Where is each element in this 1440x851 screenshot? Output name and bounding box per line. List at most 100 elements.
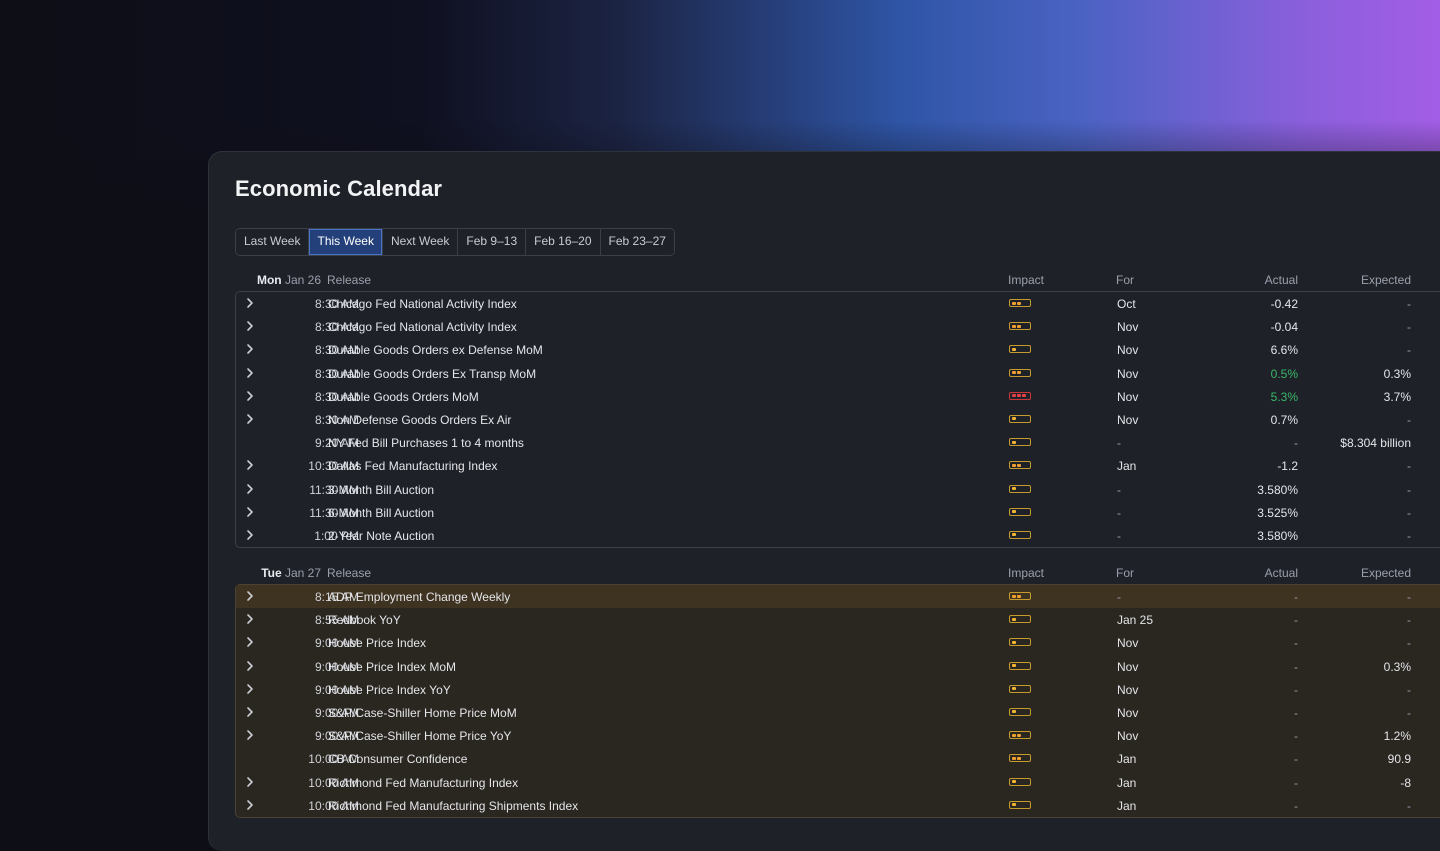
tab-last-week[interactable]: Last Week	[236, 229, 310, 255]
release-period: Jan	[1117, 798, 1137, 813]
chevron-right-icon[interactable]	[246, 343, 254, 355]
chevron-right-icon[interactable]	[246, 459, 254, 471]
day-header: Mon Jan 26 Release Impact For Actual Expected	[235, 269, 1440, 291]
impact-meter-icon	[1009, 530, 1031, 539]
release-name: Durable Goods Orders MoM	[328, 389, 479, 404]
actual-value: 3.580%	[1257, 528, 1298, 543]
chevron-right-icon[interactable]	[246, 367, 254, 379]
chevron-right-icon[interactable]	[246, 683, 254, 695]
chevron-right-icon[interactable]	[246, 729, 254, 741]
chevron-right-icon[interactable]	[246, 413, 254, 425]
table-row[interactable]: 8:55 AM Redbook YoY Jan 25- -	[236, 608, 1440, 631]
page-title: Economic Calendar	[235, 176, 443, 201]
chevron-right-icon[interactable]	[246, 506, 254, 518]
expected-value: 3.7%	[1383, 389, 1411, 404]
table-row[interactable]: 9:00 AM S&P/Case-Shiller Home Price YoY No…	[236, 724, 1440, 747]
table-row[interactable]: 1:00 PM 2-Year Note Auction -3.580% -	[236, 524, 1440, 547]
release-name: Chicago Fed National Activity Index	[328, 320, 517, 335]
chevron-right-icon[interactable]	[246, 706, 254, 718]
table-row[interactable]: 8:15 AM ADP Employment Change Weekly - - -	[236, 585, 1440, 609]
actual-value: -1.2	[1277, 459, 1298, 474]
table-row[interactable]: 9:00 AM House Price Index Nov - -	[236, 631, 1440, 654]
day-name: Mon	[256, 273, 285, 287]
release-name: NY Fed Bill Purchases 1 to 4 months	[328, 436, 524, 451]
impact-meter-icon	[1009, 414, 1031, 423]
table-row[interactable]: 8:30 AM Non Defense Goods Orders Ex Air No…	[236, 408, 1440, 431]
actual-value: -	[1294, 798, 1298, 813]
expected-value: -	[1407, 705, 1411, 720]
chevron-right-icon[interactable]	[246, 297, 254, 309]
impact-meter-icon	[1009, 754, 1031, 763]
table-row[interactable]: 10:00 AM CB Consumer Confidence Jan -90.9	[236, 747, 1440, 770]
release-period: Nov	[1117, 682, 1139, 697]
day-label: Mon Jan 26	[257, 273, 321, 287]
chevron-right-icon[interactable]	[246, 799, 254, 811]
actual-value: 6.6%	[1270, 343, 1298, 358]
table-row[interactable]: 8:30 AM Chicago Fed National Activity Ind…	[236, 292, 1440, 315]
actual-value: -0.04	[1270, 320, 1298, 335]
actual-value: 3.525%	[1257, 505, 1298, 520]
table-row[interactable]: 10:00 AM Richmond Fed Manufacturing Index…	[236, 771, 1440, 794]
actual-value: 0.7%	[1270, 412, 1298, 427]
table-row[interactable]: 10:00 AM Richmond Fed Manufacturing Shipm…	[236, 794, 1440, 817]
table-row[interactable]: 11:30 AM 3-Month Bill Auction -3.580% -	[236, 478, 1440, 501]
table-row[interactable]: 9:00 AM House Price Index MoM Nov -0.3%	[236, 655, 1440, 678]
release-period: Nov	[1117, 389, 1139, 404]
expected-value: -	[1407, 343, 1411, 358]
release-name: Non Defense Goods Orders Ex Air	[328, 412, 512, 427]
chevron-right-icon[interactable]	[246, 529, 254, 541]
tab-this-week[interactable]: This Week	[309, 229, 383, 255]
release-period: Nov	[1117, 659, 1139, 674]
expected-value: -8	[1400, 775, 1411, 790]
chevron-right-icon[interactable]	[246, 613, 254, 625]
release-period: -	[1117, 590, 1121, 604]
column-header-expected: Expected	[1360, 273, 1411, 287]
table-row[interactable]: 9:00 AM S&P/Case-Shiller Home Price MoM No…	[236, 701, 1440, 724]
chevron-right-icon[interactable]	[246, 590, 254, 602]
release-name: House Price Index	[328, 636, 427, 651]
impact-meter-icon	[1009, 777, 1031, 786]
tab-feb-9-13[interactable]: Feb 9–13	[458, 229, 527, 255]
impact-meter-icon	[1009, 615, 1031, 624]
table-row[interactable]: 9:00 AM House Price Index YoY Nov - -	[236, 678, 1440, 701]
column-header-actual: Actual	[1264, 273, 1298, 287]
chevron-right-icon[interactable]	[246, 636, 254, 648]
table-row[interactable]: 10:30 AM Dallas Fed Manufacturing Index Ja…	[236, 454, 1440, 477]
column-header-impact: Impact	[1008, 273, 1045, 287]
release-name: House Price Index YoY	[328, 682, 451, 697]
tab-feb-16-20[interactable]: Feb 16–20	[526, 229, 601, 255]
impact-meter-icon	[1009, 299, 1031, 307]
expected-value: -	[1407, 505, 1411, 520]
actual-value: -	[1294, 752, 1298, 767]
chevron-right-icon[interactable]	[246, 776, 254, 788]
column-header-expected: Expected	[1360, 566, 1411, 580]
expected-value: -	[1407, 528, 1411, 543]
chevron-right-icon[interactable]	[246, 483, 254, 495]
release-period: Oct	[1117, 297, 1136, 311]
table-row[interactable]: 8:30 AM Durable Goods Orders ex Defense M…	[236, 338, 1440, 361]
tab-feb-23-27[interactable]: Feb 23–27	[600, 229, 674, 255]
table-row[interactable]: 8:30 AM Durable Goods Orders MoM Nov 5.3% 3.…	[236, 385, 1440, 408]
release-period: -	[1117, 528, 1121, 543]
release-name: ADP Employment Change Weekly	[328, 590, 511, 604]
table-row[interactable]: 8:30 AM Durable Goods Orders Ex Transp Mo…	[236, 362, 1440, 385]
expected-value: -	[1407, 682, 1411, 697]
release-group: 8:15 AM ADP Employment Change Weekly - - -8:…	[235, 584, 1440, 818]
tab-next-week[interactable]: Next Week	[382, 229, 459, 255]
table-row[interactable]: 9:20 AM NY Fed Bill Purchases 1 to 4 mont…	[236, 431, 1440, 454]
release-period: -	[1117, 436, 1121, 451]
release-period: Nov	[1117, 412, 1139, 427]
chevron-right-icon[interactable]	[246, 320, 254, 332]
expected-value: 0.3%	[1383, 659, 1411, 674]
release-name: 6-Month Bill Auction	[328, 505, 435, 520]
release-name: CB Consumer Confidence	[328, 752, 468, 767]
day-date: Jan 26	[284, 273, 321, 287]
chevron-right-icon[interactable]	[246, 660, 254, 672]
column-header-impact: Impact	[1008, 566, 1045, 580]
chevron-right-icon[interactable]	[246, 390, 254, 402]
table-row[interactable]: 11:30 AM 6-Month Bill Auction -3.525% -	[236, 501, 1440, 524]
impact-meter-icon	[1009, 438, 1031, 447]
table-row[interactable]: 8:30 AM Chicago Fed National Activity Ind…	[236, 315, 1440, 338]
impact-meter-icon	[1009, 592, 1031, 600]
column-header-actual: Actual	[1264, 566, 1298, 580]
